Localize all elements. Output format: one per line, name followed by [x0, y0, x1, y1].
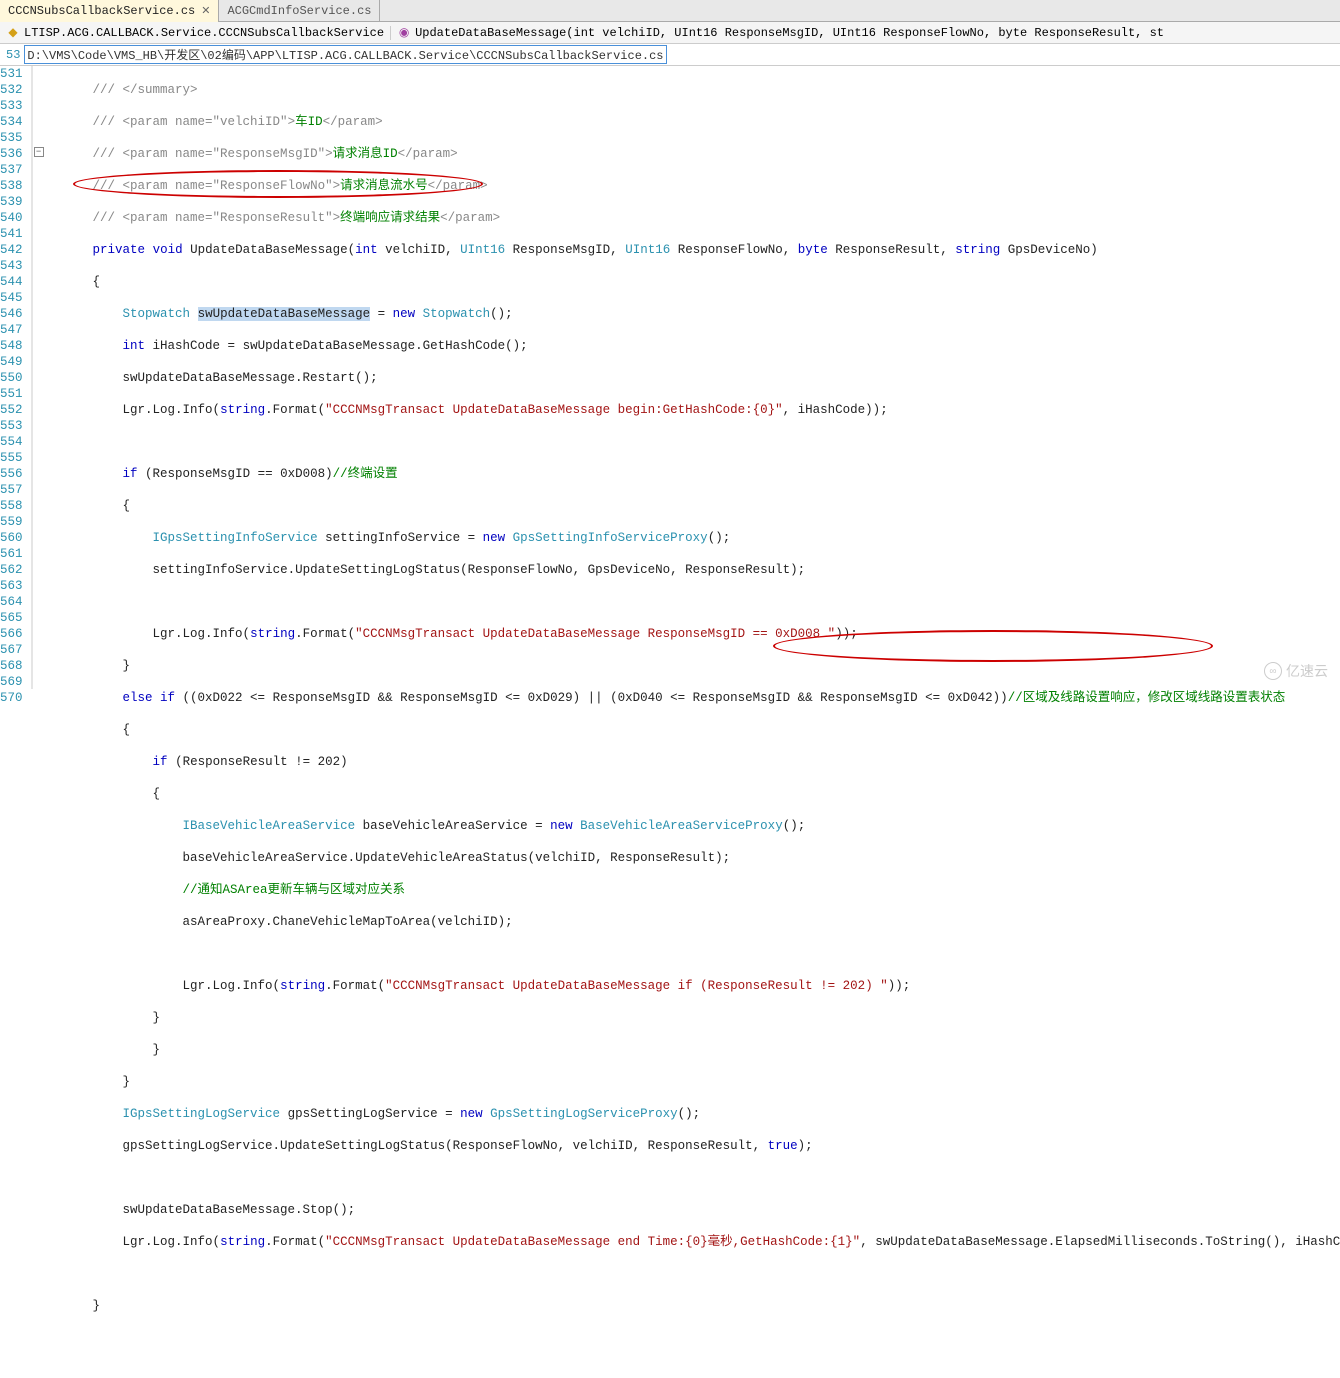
- path-lineno: 53: [6, 48, 20, 62]
- tab-label: ACGCmdInfoService.cs: [227, 4, 371, 18]
- line-number: 544: [0, 274, 23, 290]
- line-number: 557: [0, 482, 23, 498]
- file-tabs: CCCNSubsCallbackService.cs ✕ ACGCmdInfoS…: [0, 0, 1340, 22]
- line-number: 536: [0, 146, 23, 162]
- line-number: 545: [0, 290, 23, 306]
- line-number: 542: [0, 242, 23, 258]
- line-number: 565: [0, 610, 23, 626]
- line-number: 550: [0, 370, 23, 386]
- line-number: 562: [0, 562, 23, 578]
- line-number: 563: [0, 578, 23, 594]
- line-number: 549: [0, 354, 23, 370]
- line-number: 560: [0, 530, 23, 546]
- line-number: 546: [0, 306, 23, 322]
- context-method: UpdateDataBaseMessage(int velchiID, UInt…: [415, 26, 1164, 40]
- line-number: 535: [0, 130, 23, 146]
- line-number: 556: [0, 466, 23, 482]
- file-tab[interactable]: ACGCmdInfoService.cs: [219, 0, 380, 22]
- line-number-gutter: 5315325335345355365375385395405415425435…: [0, 66, 32, 689]
- tab-label: CCCNSubsCallbackService.cs: [8, 4, 195, 18]
- code-editor[interactable]: 5315325335345355365375385395405415425435…: [0, 66, 1340, 689]
- line-number: 567: [0, 642, 23, 658]
- line-number: 548: [0, 338, 23, 354]
- path-input[interactable]: D:\VMS\Code\VMS_HB\开发区\02编码\APP\LTISP.AC…: [24, 45, 666, 64]
- line-number: 540: [0, 210, 23, 226]
- line-number: 538: [0, 178, 23, 194]
- file-tab-active[interactable]: CCCNSubsCallbackService.cs ✕: [0, 0, 219, 22]
- line-number: 552: [0, 402, 23, 418]
- line-number: 553: [0, 418, 23, 434]
- line-number: 566: [0, 626, 23, 642]
- line-number: 532: [0, 82, 23, 98]
- close-icon[interactable]: ✕: [201, 4, 210, 18]
- line-number: 570: [0, 690, 23, 706]
- line-number: 558: [0, 498, 23, 514]
- line-number: 564: [0, 594, 23, 610]
- line-number: 543: [0, 258, 23, 274]
- line-number: 533: [0, 98, 23, 114]
- line-number: 537: [0, 162, 23, 178]
- line-number: 551: [0, 386, 23, 402]
- line-number: 569: [0, 674, 23, 690]
- context-class: LTISP.ACG.CALLBACK.Service.CCCNSubsCallb…: [24, 26, 384, 40]
- watermark-icon: ∞: [1264, 662, 1282, 680]
- code-area[interactable]: /// </summary> /// <param name="velchiID…: [33, 66, 1340, 689]
- watermark: ∞ 亿速云: [1264, 661, 1328, 681]
- class-icon: ◆: [6, 26, 20, 40]
- line-number: 559: [0, 514, 23, 530]
- line-number: 568: [0, 658, 23, 674]
- line-number: 561: [0, 546, 23, 562]
- context-class-dropdown[interactable]: ◆ LTISP.ACG.CALLBACK.Service.CCCNSubsCal…: [0, 26, 391, 40]
- watermark-text: 亿速云: [1286, 661, 1328, 681]
- context-method-dropdown[interactable]: ◉ UpdateDataBaseMessage(int velchiID, UI…: [391, 26, 1340, 40]
- path-bar: 53 D:\VMS\Code\VMS_HB\开发区\02编码\APP\LTISP…: [0, 44, 1340, 66]
- method-icon: ◉: [397, 26, 411, 40]
- line-number: 534: [0, 114, 23, 130]
- context-bar: ◆ LTISP.ACG.CALLBACK.Service.CCCNSubsCal…: [0, 22, 1340, 44]
- line-number: 555: [0, 450, 23, 466]
- line-number: 541: [0, 226, 23, 242]
- line-number: 539: [0, 194, 23, 210]
- line-number: 554: [0, 434, 23, 450]
- line-number: 547: [0, 322, 23, 338]
- selected-text: swUpdateDataBaseMessage: [198, 307, 371, 321]
- line-number: 531: [0, 66, 23, 82]
